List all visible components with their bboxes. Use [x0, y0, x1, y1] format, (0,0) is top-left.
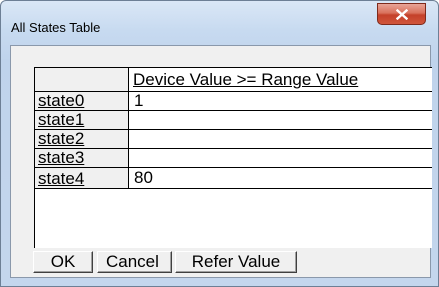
table-row: state3: [35, 149, 432, 168]
dialog-window: All States Table Device Value >= Range V…: [0, 0, 439, 287]
table-row: state2: [35, 130, 432, 149]
row-header-state4[interactable]: state4: [35, 168, 129, 189]
states-table: Device Value >= Range Value state0 1 sta…: [34, 67, 432, 248]
window-title: All States Table: [11, 20, 101, 35]
dialog-client-area: Device Value >= Range Value state0 1 sta…: [10, 45, 432, 278]
button-bar: OK Cancel Refer Value: [33, 251, 297, 273]
table-corner-cell: [35, 68, 129, 92]
value-cell-state0[interactable]: 1: [129, 92, 432, 111]
table-row: state4 80: [35, 168, 432, 189]
close-button[interactable]: [377, 3, 426, 25]
table-header-row: Device Value >= Range Value: [35, 68, 432, 92]
column-header[interactable]: Device Value >= Range Value: [129, 68, 432, 92]
close-icon: [395, 8, 408, 20]
ok-button[interactable]: OK: [33, 251, 93, 273]
row-header-state2[interactable]: state2: [35, 130, 129, 149]
table-row: state1: [35, 111, 432, 130]
cancel-button[interactable]: Cancel: [97, 251, 172, 273]
row-header-state3[interactable]: state3: [35, 149, 129, 168]
value-cell-state4[interactable]: 80: [129, 168, 432, 189]
value-cell-state2[interactable]: [129, 130, 432, 149]
row-header-state0[interactable]: state0: [35, 92, 129, 111]
refer-value-button[interactable]: Refer Value: [175, 251, 297, 273]
table-row: state0 1: [35, 92, 432, 111]
row-header-state1[interactable]: state1: [35, 111, 129, 130]
title-bar[interactable]: All States Table: [1, 1, 438, 41]
value-cell-state1[interactable]: [129, 111, 432, 130]
value-cell-state3[interactable]: [129, 149, 432, 168]
